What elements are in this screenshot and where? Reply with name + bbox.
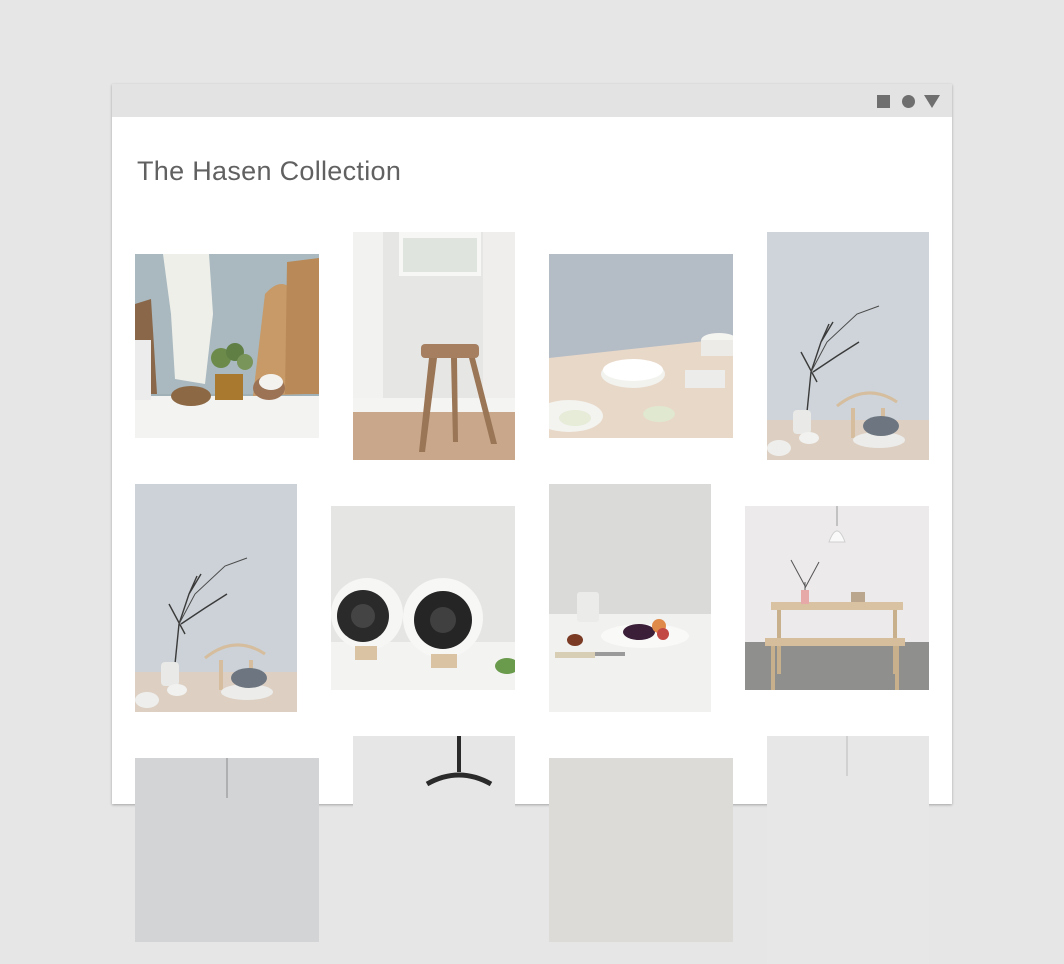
page-title: The Hasen Collection [137, 156, 402, 186]
fruit-plate-knife-photo [549, 484, 711, 712]
gallery-photo-wall-pendant[interactable] [767, 736, 929, 964]
gallery-photo-speakers[interactable] [331, 506, 515, 690]
window-titlebar [112, 84, 952, 117]
kitchen-still-life-photo [135, 254, 319, 438]
dining-table-bench-photo [745, 506, 929, 690]
gallery-photo-kitchen[interactable] [135, 254, 319, 438]
gallery-photo-fruit[interactable] [549, 484, 711, 712]
gallery-photo-gray-interior[interactable] [549, 758, 733, 942]
ceramic-dishes-table-photo [549, 254, 733, 438]
wooden-stool-photo [353, 232, 515, 460]
app-window: The Hasen Collection [112, 84, 952, 964]
branch-vase-chair-photo-2 [135, 484, 297, 712]
gallery-photo-branch-2[interactable] [135, 484, 297, 712]
hanging-lamp-photo [353, 736, 515, 964]
gallery-photo-dishes[interactable] [549, 254, 733, 438]
circle-icon[interactable] [902, 95, 915, 108]
gray-interior-photo [549, 758, 733, 942]
ceramic-speakers-photo [331, 506, 515, 690]
gallery-photo-stool[interactable] [353, 232, 515, 460]
gallery-photo-hanging-lamp[interactable] [353, 736, 515, 964]
gallery-photo-pendant[interactable] [135, 758, 319, 942]
branch-vase-chair-photo [767, 232, 929, 460]
pendant-lamp-photo [135, 758, 319, 942]
gallery-photo-dining[interactable] [745, 506, 929, 690]
triangle-icon[interactable] [924, 95, 940, 108]
wall-pendant-photo [767, 736, 929, 964]
square-icon[interactable] [877, 95, 890, 108]
gallery-photo-branch[interactable] [767, 232, 929, 460]
